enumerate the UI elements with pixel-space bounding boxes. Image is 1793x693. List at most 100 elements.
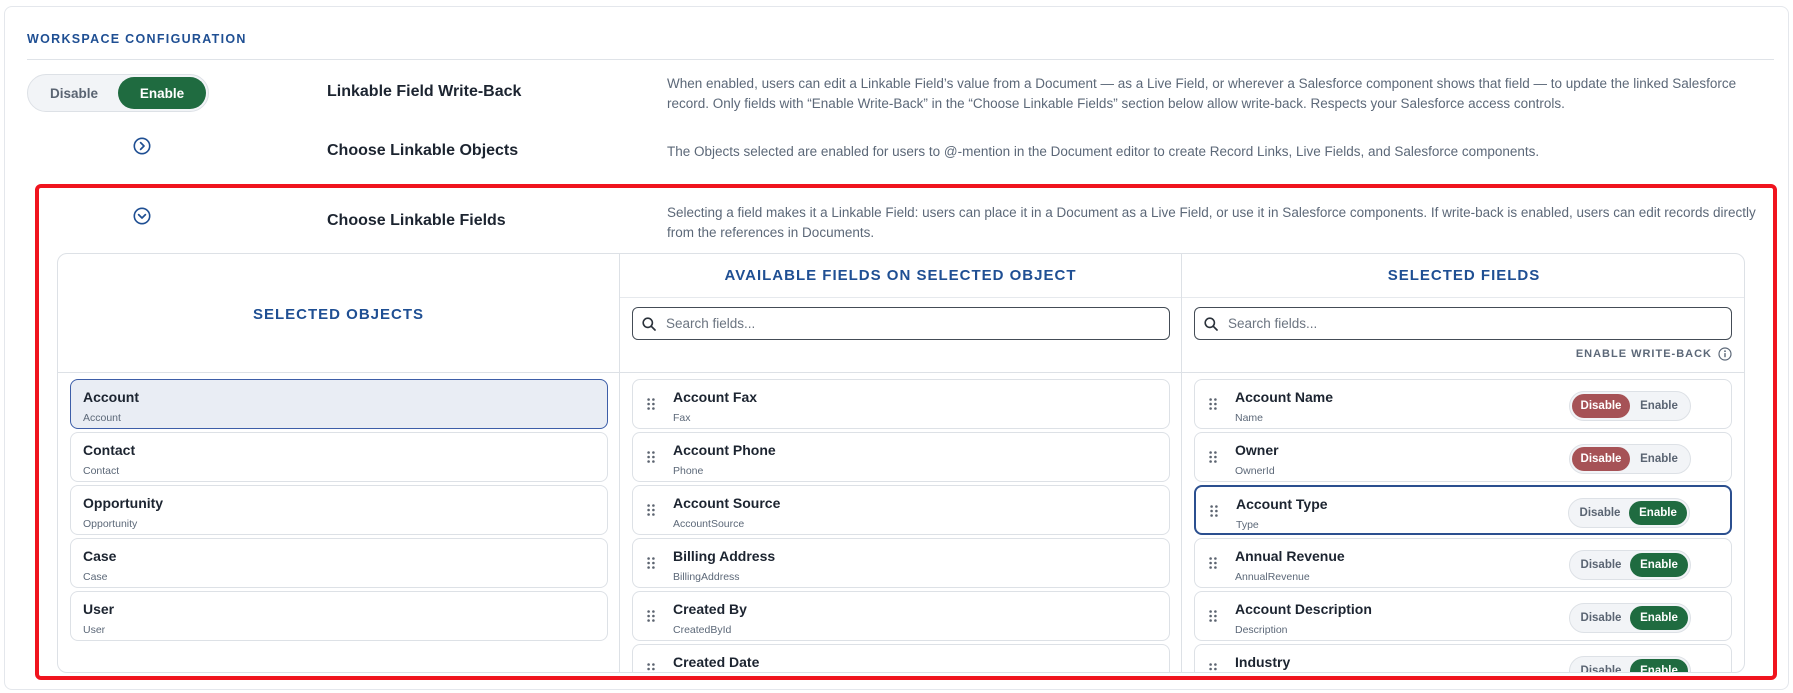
object-api-name: Opportunity	[83, 518, 138, 530]
write-back-enable-option[interactable]: Enable	[1630, 447, 1688, 471]
drag-handle-icon[interactable]	[647, 504, 655, 516]
drag-handle-icon[interactable]	[647, 451, 655, 463]
selected-field-industry[interactable]: Industry Disable Enable	[1194, 644, 1732, 673]
field-name: Account Fax	[673, 389, 758, 405]
available-fields-list: Account Fax Fax Account Phone Phone Acco…	[632, 379, 1170, 673]
search-icon	[642, 316, 656, 331]
available-fields-search-input[interactable]	[666, 316, 1146, 331]
write-back-toggle[interactable]: Disable Enable	[1569, 603, 1691, 633]
field-api-name: Fax	[673, 412, 691, 424]
field-name: Account Description	[1235, 601, 1372, 617]
write-back-toggle[interactable]: Disable Enable	[1569, 550, 1691, 580]
drag-handle-icon[interactable]	[1209, 557, 1217, 569]
section-title: WORKSPACE CONFIGURATION	[27, 32, 247, 46]
field-name: Account Phone	[673, 442, 776, 458]
selected-fields-header: SELECTED FIELDS ENABLE WRITE-BACK	[1182, 254, 1744, 373]
object-api-name: User	[83, 624, 106, 636]
field-api-name: OwnerId	[1235, 465, 1275, 477]
selected-fields-search[interactable]	[1194, 307, 1732, 340]
field-name: Annual Revenue	[1235, 548, 1345, 564]
selected-fields-column: SELECTED FIELDS ENABLE WRITE-BACK	[1182, 254, 1744, 673]
enable-write-back-label: ENABLE WRITE-BACK	[1575, 348, 1712, 360]
field-api-name: Name	[1235, 412, 1264, 424]
drag-handle-icon[interactable]	[1209, 610, 1217, 622]
chevron-down-circle-icon[interactable]	[133, 207, 151, 225]
write-back-disable-option[interactable]: Disable	[30, 77, 118, 109]
field-item-account-fax[interactable]: Account Fax Fax	[632, 379, 1170, 429]
write-back-toggle[interactable]: Disable Enable	[1569, 444, 1691, 474]
available-fields-search[interactable]	[632, 307, 1170, 340]
drag-handle-icon[interactable]	[1209, 398, 1217, 410]
linkable-objects-label: Choose Linkable Objects	[327, 142, 519, 159]
field-api-name: Phone	[673, 465, 704, 477]
drag-handle-icon[interactable]	[1209, 663, 1217, 673]
object-name: Case	[83, 548, 117, 564]
field-item-created-date[interactable]: Created Date	[632, 644, 1170, 673]
object-item-opportunity[interactable]: Opportunity Opportunity	[70, 485, 608, 535]
write-back-disable-option[interactable]: Disable	[1572, 606, 1630, 630]
write-back-label: Linkable Field Write-Back	[327, 83, 522, 100]
selected-fields-search-input[interactable]	[1228, 316, 1708, 331]
workspace-configuration-page: WORKSPACE CONFIGURATION Disable Enable L…	[4, 6, 1789, 690]
object-name: Opportunity	[83, 495, 164, 511]
write-back-toggle[interactable]: Disable Enable	[1569, 391, 1691, 421]
field-name: Account Name	[1235, 389, 1334, 405]
object-item-contact[interactable]: Contact Contact	[70, 432, 608, 482]
selected-objects-list: Account Account Contact Contact Opportun…	[70, 379, 608, 644]
write-back-toggle[interactable]: Disable Enable	[1568, 498, 1690, 528]
field-name: Billing Address	[673, 548, 776, 564]
available-fields-column: AVAILABLE FIELDS ON SELECTED OBJECT Acco…	[620, 254, 1182, 673]
write-back-disable-option[interactable]: Disable	[1571, 501, 1629, 525]
chevron-right-circle-icon[interactable]	[133, 137, 151, 155]
field-item-created-by[interactable]: Created By CreatedById	[632, 591, 1170, 641]
field-item-account-source[interactable]: Account Source AccountSource	[632, 485, 1170, 535]
field-api-name: BillingAddress	[673, 571, 740, 583]
object-api-name: Contact	[83, 465, 120, 477]
drag-handle-icon[interactable]	[647, 557, 655, 569]
object-item-account[interactable]: Account Account	[70, 379, 608, 429]
section-divider	[27, 59, 1774, 60]
write-back-enable-option[interactable]: Enable	[1630, 659, 1688, 672]
field-api-name: Description	[1235, 624, 1288, 636]
write-back-disable-option[interactable]: Disable	[1572, 447, 1630, 471]
field-item-billing-address[interactable]: Billing Address BillingAddress	[632, 538, 1170, 588]
linkable-fields-panel: SELECTED OBJECTS Account Account Contact…	[57, 253, 1745, 673]
linkable-fields-description: Selecting a field makes it a Linkable Fi…	[667, 205, 1756, 240]
selected-field-account-name[interactable]: Account Name Name Disable Enable	[1194, 379, 1732, 429]
drag-handle-icon[interactable]	[1210, 505, 1218, 517]
search-icon	[1204, 316, 1218, 331]
write-back-disable-option[interactable]: Disable	[1572, 659, 1630, 672]
write-back-toggle[interactable]: Disable Enable	[1569, 656, 1691, 672]
field-api-name: CreatedById	[673, 624, 732, 636]
write-back-enable-option[interactable]: Enable	[1630, 606, 1688, 630]
selected-field-annual-revenue[interactable]: Annual Revenue AnnualRevenue Disable Ena…	[1194, 538, 1732, 588]
object-item-user[interactable]: User User	[70, 591, 608, 641]
linkable-fields-label: Choose Linkable Fields	[327, 212, 506, 229]
write-back-enable-option[interactable]: Enable	[118, 77, 206, 109]
selected-field-account-description[interactable]: Account Description Description Disable …	[1194, 591, 1732, 641]
drag-handle-icon[interactable]	[1209, 451, 1217, 463]
object-name: User	[83, 601, 115, 617]
object-item-case[interactable]: Case Case	[70, 538, 608, 588]
drag-handle-icon[interactable]	[647, 398, 655, 410]
write-back-enable-option[interactable]: Enable	[1629, 501, 1687, 525]
drag-handle-icon[interactable]	[647, 610, 655, 622]
write-back-disable-option[interactable]: Disable	[1572, 553, 1630, 577]
write-back-description: When enabled, users can edit a Linkable …	[667, 76, 1737, 111]
write-back-enable-option[interactable]: Enable	[1630, 394, 1688, 418]
info-icon[interactable]	[1718, 347, 1732, 361]
field-name: Account Source	[673, 495, 781, 511]
write-back-disable-option[interactable]: Disable	[1572, 394, 1630, 418]
selected-objects-heading: SELECTED OBJECTS	[252, 306, 425, 323]
field-item-account-phone[interactable]: Account Phone Phone	[632, 432, 1170, 482]
linkable-objects-description: The Objects selected are enabled for use…	[667, 144, 1540, 159]
selected-field-owner[interactable]: Owner OwnerId Disable Enable	[1194, 432, 1732, 482]
write-back-toggle[interactable]: Disable Enable	[27, 74, 209, 112]
write-back-enable-option[interactable]: Enable	[1630, 553, 1688, 577]
available-fields-heading: AVAILABLE FIELDS ON SELECTED OBJECT	[724, 267, 1077, 284]
object-api-name: Account	[83, 412, 121, 424]
selected-field-account-type[interactable]: Account Type Type Disable Enable	[1194, 485, 1732, 535]
enable-write-back-header: ENABLE WRITE-BACK	[1576, 347, 1732, 361]
heading-divider	[1182, 297, 1744, 298]
drag-handle-icon[interactable]	[647, 663, 655, 673]
